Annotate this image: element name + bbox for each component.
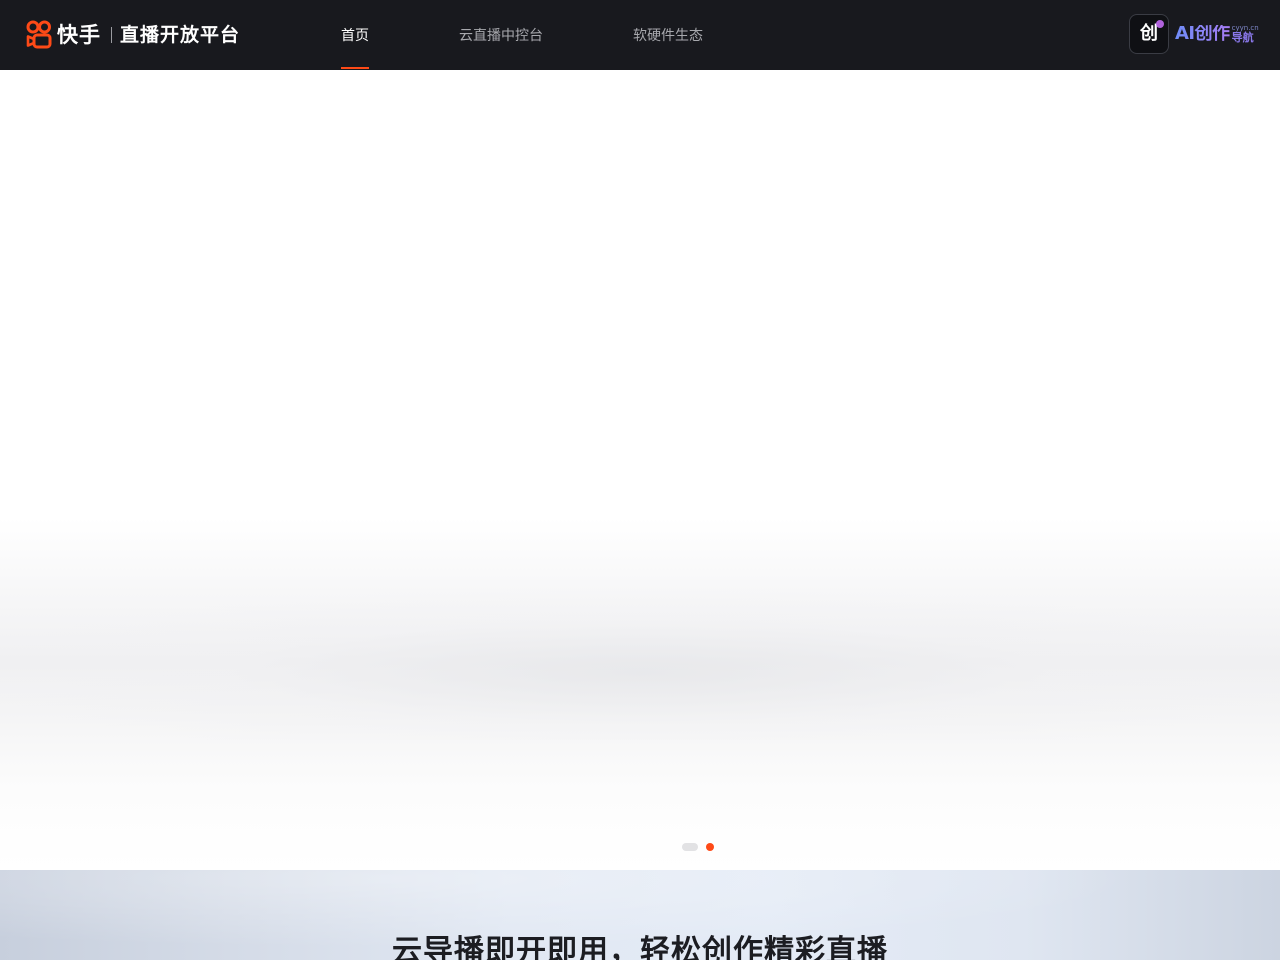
ai-badge-subtitle: 导航 <box>1231 31 1254 44</box>
ai-creation-icon: 创 <box>1129 14 1169 54</box>
brand-subtitle: 直播开放平台 <box>120 23 241 46</box>
cloud-director-section: 云导播即开即用，轻松创作精彩直播 <box>0 870 1280 960</box>
ai-badge-text: AI创作 cyyn.cn 导航 <box>1175 23 1259 44</box>
carousel-dot-1[interactable] <box>682 843 698 851</box>
section-title: 云导播即开即用，轻松创作精彩直播 <box>392 934 888 960</box>
brand-name: 快手 <box>57 22 101 47</box>
hero-banner-image <box>0 590 1280 740</box>
kuaishou-logo[interactable]: 快手 直播开放平台 <box>26 18 240 52</box>
nav-item-home[interactable]: 首页 <box>341 0 369 70</box>
brand-divider <box>111 27 112 43</box>
kuaishou-logo-icon <box>26 20 52 50</box>
carousel-pagination <box>682 843 714 851</box>
carousel-dot-2-active[interactable] <box>706 843 714 851</box>
ai-badge-title: AI创作 <box>1175 23 1230 44</box>
ai-icon-glyph: 创 <box>1140 23 1158 44</box>
top-navigation-bar: 快手 直播开放平台 首页 云直播中控台 软硬件生态 创 AI创作 cyyn.cn… <box>0 0 1280 70</box>
nav-item-ecosystem[interactable]: 软硬件生态 <box>633 0 703 70</box>
hero-carousel <box>0 70 1280 870</box>
ai-creation-nav-badge[interactable]: 创 AI创作 cyyn.cn 导航 <box>1129 14 1261 54</box>
nav-item-cloud-console[interactable]: 云直播中控台 <box>459 0 543 70</box>
ai-badge-meta: cyyn.cn 导航 <box>1231 25 1259 44</box>
